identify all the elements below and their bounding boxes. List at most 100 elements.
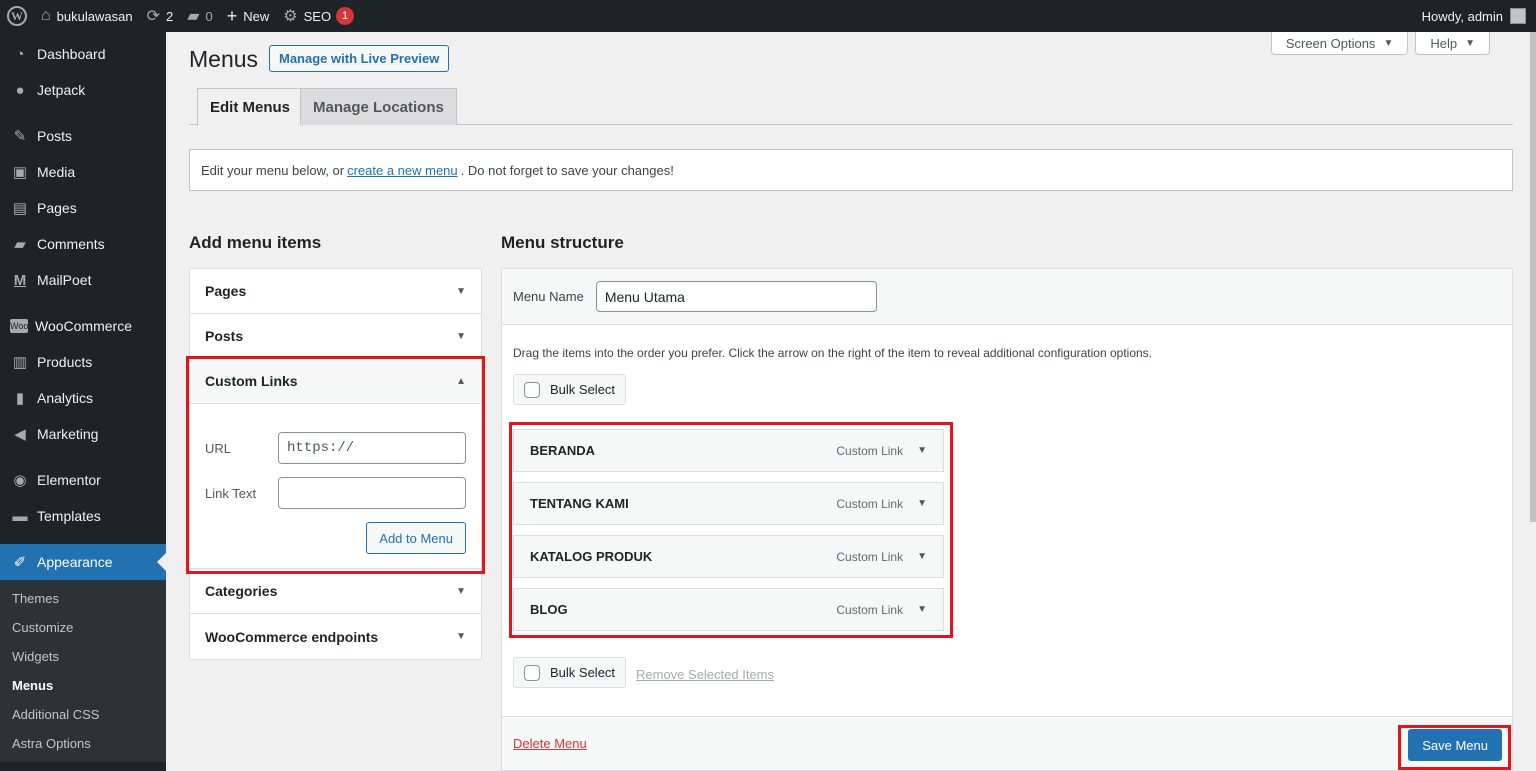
screen-options-button[interactable]: Screen Options ▼ [1270, 32, 1409, 55]
menu-item-blog[interactable]: BLOG Custom Link ▼ [513, 588, 944, 631]
sidebar-item-pages[interactable]: ▤ Pages [0, 190, 166, 226]
help-label: Help [1430, 35, 1458, 51]
menu-name-row: Menu Name [502, 269, 1512, 325]
create-new-menu-link[interactable]: create a new menu [347, 163, 458, 178]
folder-icon: ▬ [12, 507, 28, 525]
bulk-select-bottom[interactable]: Bulk Select [513, 657, 627, 688]
updates-icon: ⟳ [146, 8, 160, 25]
menu-name-input[interactable] [595, 281, 877, 312]
accordion-label: Custom Links [205, 373, 298, 389]
menu-item-type: Custom Link [836, 443, 904, 458]
sidebar-item-label: Dashboard [37, 46, 106, 62]
bulk-select-checkbox[interactable] [524, 381, 540, 398]
add-menu-items-heading: Add menu items [189, 233, 322, 252]
wordpress-logo[interactable]: W [0, 0, 34, 32]
sidebar-item-label: Marketing [37, 426, 99, 442]
caret-down-icon[interactable]: ▼ [917, 551, 927, 562]
sidebar-item-label: Elementor [37, 472, 101, 488]
submenu-customize[interactable]: Customize [0, 613, 166, 642]
sidebar-item-products[interactable]: ▥ Products [0, 344, 166, 380]
scrollbar[interactable] [1530, 32, 1536, 771]
screen-options-label: Screen Options [1285, 35, 1376, 51]
new-label: New [243, 8, 270, 24]
submenu-astra-options[interactable]: Astra Options [0, 729, 166, 758]
menu-item-tentang-kami[interactable]: TENTANG KAMI Custom Link ▼ [513, 482, 944, 525]
save-menu-button[interactable]: Save Menu [1408, 729, 1502, 761]
submenu-themes[interactable]: Themes [0, 584, 166, 613]
menu-item-title: BLOG [530, 602, 568, 617]
sidebar-item-mailpoet[interactable]: M MailPoet [0, 262, 166, 298]
caret-up-icon: ▲ [456, 375, 466, 387]
caret-down-icon[interactable]: ▼ [917, 604, 927, 615]
sidebar-item-analytics[interactable]: ▮ Analytics [0, 380, 166, 416]
comments-link[interactable]: ▰ 0 [180, 0, 220, 32]
seo-link[interactable]: ⚙ SEO 1 [276, 0, 361, 32]
seo-icon: ⚙ [283, 8, 298, 25]
accordion-label: Pages [205, 283, 247, 299]
submenu-widgets[interactable]: Widgets [0, 642, 166, 671]
caret-down-icon[interactable]: ▼ [917, 445, 927, 456]
admin-bar: W ⌂ bukulawasan ⟳ 2 ▰ 0 + New ⚙ SEO 1 Howdy, a… [0, 0, 1536, 32]
caret-down-icon: ▼ [1383, 37, 1394, 49]
sidebar-item-media[interactable]: ▣ Media [0, 154, 166, 190]
scrollbar-thumb[interactable] [1530, 32, 1536, 522]
avatar[interactable] [1510, 8, 1526, 24]
delete-menu-link[interactable]: Delete Menu [513, 736, 587, 751]
site-name: bukulawasan [56, 8, 133, 24]
help-button[interactable]: Help ▼ [1415, 32, 1490, 55]
bulk-select-checkbox[interactable] [524, 664, 540, 681]
sidebar-item-label: Products [37, 354, 93, 370]
menu-item-title: BERANDA [530, 443, 595, 458]
accordion-posts[interactable]: Posts ▼ [190, 314, 481, 359]
site-name-link[interactable]: ⌂ bukulawasan [34, 0, 140, 32]
accordion-woocommerce-endpoints[interactable]: WooCommerce endpoints ▼ [190, 614, 481, 659]
sidebar-item-elementor[interactable]: ◉ Elementor [0, 462, 166, 498]
drag-hint-text: Drag the items into the order you prefer… [513, 346, 1153, 360]
custom-links-panel: URL Link Text Add to Menu [190, 404, 481, 569]
add-to-menu-button[interactable]: Add to Menu [366, 522, 466, 554]
dashboard-icon: ◔ [15, 45, 25, 63]
accordion-pages[interactable]: Pages ▼ [190, 269, 481, 314]
menu-item-title: TENTANG KAMI [530, 496, 629, 511]
sidebar-item-marketing[interactable]: ◀ Marketing [0, 416, 166, 452]
accordion-categories[interactable]: Categories ▼ [190, 569, 481, 614]
info-notice: Edit your menu below, or create a new me… [189, 149, 1513, 191]
menu-item-beranda[interactable]: BERANDA Custom Link ▼ [513, 429, 944, 472]
sidebar-item-dashboard[interactable]: ◔ Dashboard [0, 36, 166, 72]
new-content-link[interactable]: + New [220, 0, 277, 32]
sidebar-item-appearance[interactable]: ✐ Appearance [0, 544, 166, 580]
tab-manage-locations[interactable]: Manage Locations [300, 88, 457, 125]
updates-count: 2 [165, 8, 174, 24]
megaphone-icon: ◀ [14, 426, 26, 443]
jetpack-icon: ● [15, 81, 25, 99]
sidebar-item-posts[interactable]: ✎ Posts [0, 118, 166, 154]
tab-edit-menus[interactable]: Edit Menus [197, 88, 304, 126]
sidebar-item-label: Templates [37, 508, 101, 524]
sidebar-item-templates[interactable]: ▬ Templates [0, 498, 166, 534]
menu-footer: Delete Menu Save Menu [502, 716, 1512, 770]
appearance-submenu: Themes Customize Widgets Menus Additiona… [0, 580, 166, 762]
menu-item-type: Custom Link [836, 602, 904, 617]
accordion-custom-links[interactable]: Custom Links ▲ [190, 359, 481, 404]
submenu-additional-css[interactable]: Additional CSS [0, 700, 166, 729]
menu-item-title: KATALOG PRODUK [530, 549, 653, 564]
mailpoet-icon: M [13, 271, 27, 289]
seo-label: SEO [303, 8, 332, 24]
submenu-menus[interactable]: Menus [0, 671, 166, 700]
caret-down-icon: ▼ [456, 285, 466, 297]
url-input[interactable] [278, 432, 466, 464]
bulk-select-top[interactable]: Bulk Select [513, 374, 627, 405]
sidebar-item-label: Media [37, 164, 76, 180]
menu-item-katalog-produk[interactable]: KATALOG PRODUK Custom Link ▼ [513, 535, 944, 578]
sidebar-item-comments[interactable]: ▰ Comments [0, 226, 166, 262]
updates-link[interactable]: ⟳ 2 [140, 0, 181, 32]
sidebar-item-jetpack[interactable]: ● Jetpack [0, 72, 166, 108]
caret-down-icon[interactable]: ▼ [917, 498, 927, 509]
manage-live-preview-button[interactable]: Manage with Live Preview [269, 45, 450, 72]
link-text-input[interactable] [278, 477, 466, 509]
url-label: URL [205, 440, 232, 456]
howdy-account-link[interactable]: Howdy, admin [1422, 9, 1503, 24]
sidebar-item-woocommerce[interactable]: Woo WooCommerce [0, 308, 166, 344]
remove-selected-items-link[interactable]: Remove Selected Items [636, 667, 774, 682]
archive-icon: ▥ [12, 354, 28, 371]
